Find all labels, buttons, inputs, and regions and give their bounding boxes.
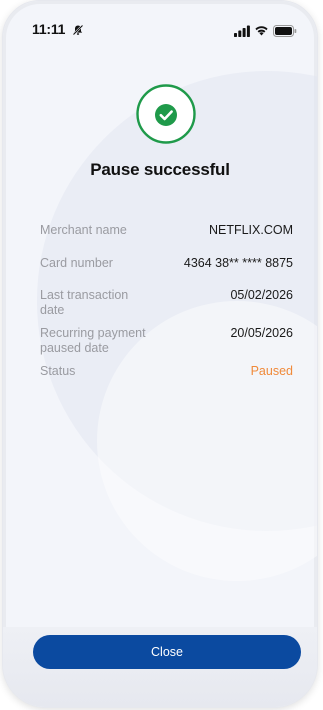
wifi-icon [255,26,268,36]
detail-value: 4364 38** **** 8875 [183,256,293,270]
close-button[interactable]: Close [33,635,301,669]
detail-label: Card number [40,256,113,270]
phone-screen: 11:11 Pause successful Merchant name NET… [2,0,318,708]
status-bar: 11:11 [3,21,317,45]
page: 11:11 Pause successful Merchant name NET… [0,0,323,710]
detail-row-paused-date: Recurring payment paused date 20/05/2026 [40,326,293,356]
detail-value: 05/02/2026 [230,288,293,302]
status-time: 11:11 [32,21,66,37]
detail-value: 20/05/2026 [230,326,293,340]
detail-label: Recurring payment paused date [40,326,146,355]
detail-value: NETFLIX.COM [208,223,293,237]
detail-row-last-transaction: Last transaction date 05/02/2026 [40,288,293,318]
detail-row-card-number: Card number 4364 38** **** 8875 [40,256,293,271]
status-badge: Paused [250,364,293,378]
detail-row-merchant: Merchant name NETFLIX.COM [40,223,293,238]
bell-off-icon [72,24,84,36]
battery-icon [273,25,297,37]
details-list: Merchant name NETFLIX.COM Card number 43… [40,223,293,379]
check-circle-icon [136,84,196,144]
page-title: Pause successful [90,160,230,179]
detail-row-status: Status Paused [40,364,293,379]
detail-label: Status [40,364,76,378]
detail-label: Merchant name [40,223,127,237]
signal-icon [234,25,250,37]
detail-label: Last transaction date [40,288,129,317]
